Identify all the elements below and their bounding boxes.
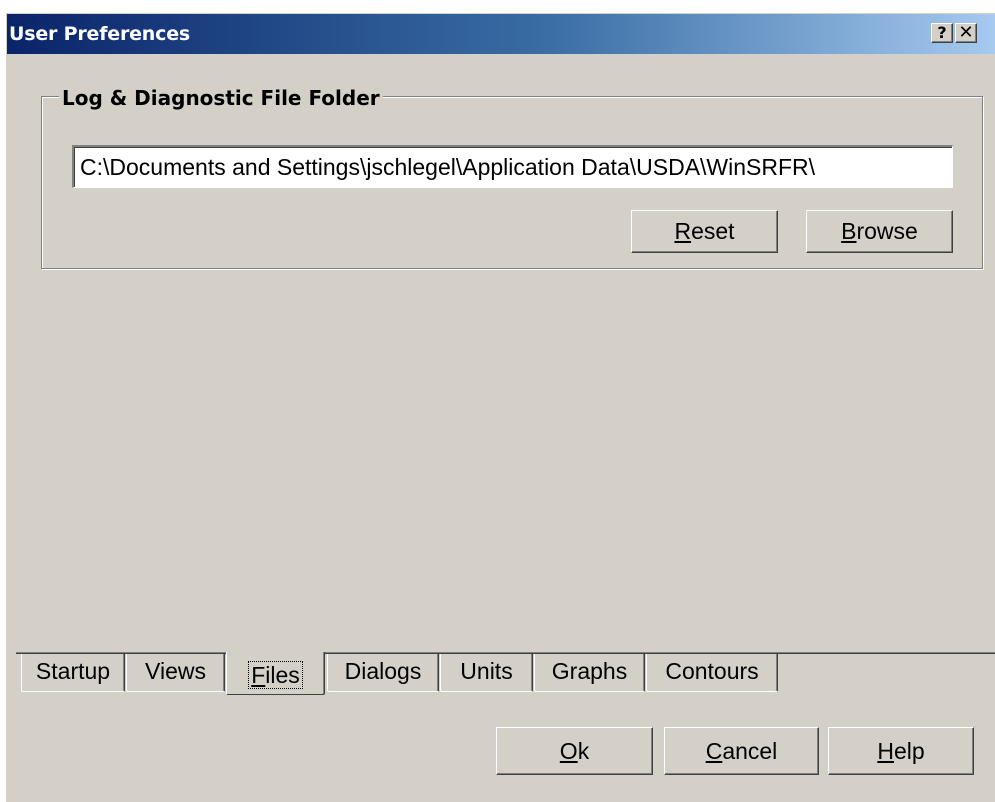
files-label-rest: iles: [265, 662, 300, 688]
help-label-rest: elp: [893, 738, 925, 764]
tab-label: Views: [145, 658, 206, 684]
close-icon[interactable]: ✕: [955, 23, 977, 43]
tab-label: Units: [460, 658, 513, 684]
help-question-icon[interactable]: ?: [931, 23, 953, 43]
title-bar[interactable]: User Preferences ? ✕: [7, 14, 995, 54]
tab-label: Files: [248, 661, 303, 689]
browse-mnemonic: B: [841, 218, 857, 244]
help-button[interactable]: Help: [828, 727, 974, 775]
log-folder-path-input[interactable]: [72, 145, 953, 188]
tab-contours[interactable]: Contours: [646, 654, 778, 692]
ok-button[interactable]: Ok: [496, 727, 653, 775]
ok-label-rest: k: [577, 738, 590, 764]
window-title: User Preferences: [9, 23, 190, 45]
files-mnemonic: F: [251, 662, 266, 688]
ok-mnemonic: O: [559, 738, 578, 764]
tab-label: Contours: [665, 658, 759, 684]
reset-mnemonic: R: [674, 218, 692, 244]
tab-graphs[interactable]: Graphs: [534, 654, 645, 692]
tab-startup[interactable]: Startup: [21, 654, 125, 692]
user-preferences-dialog: User Preferences ? ✕ Log & Diagnostic Fi…: [6, 13, 995, 802]
reset-button[interactable]: Reset: [631, 210, 778, 253]
browse-button[interactable]: Browse: [806, 210, 953, 253]
cancel-label-rest: ancel: [722, 738, 778, 764]
tab-label: Dialogs: [344, 658, 422, 684]
tab-dialogs[interactable]: Dialogs: [327, 654, 439, 692]
groupbox-title: Log & Diagnostic File Folder: [59, 86, 383, 110]
browse-label-rest: rowse: [856, 218, 918, 244]
tab-label: Graphs: [551, 658, 628, 684]
reset-label-rest: eset: [691, 218, 735, 244]
tab-views[interactable]: Views: [126, 654, 225, 692]
tab-files[interactable]: Files: [226, 652, 325, 695]
cancel-mnemonic: C: [705, 738, 723, 764]
cancel-button[interactable]: Cancel: [664, 727, 819, 775]
tab-label: Startup: [35, 658, 111, 684]
help-mnemonic: H: [877, 738, 894, 764]
tab-units[interactable]: Units: [440, 654, 533, 692]
